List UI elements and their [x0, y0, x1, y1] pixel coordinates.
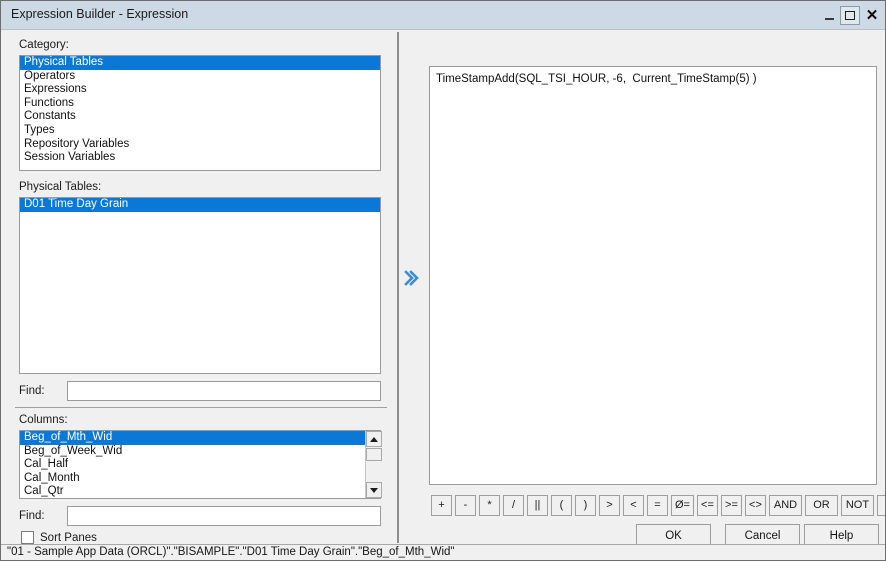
column-list-item[interactable]: Beg_of_Week_Wid — [20, 445, 380, 459]
operator-button-row: +-*/||()><=Ø=<=>=<>ANDORNOT, — [431, 495, 885, 516]
category-list-item[interactable]: Functions — [20, 97, 380, 111]
column-list-item[interactable]: Cal_Half — [20, 458, 380, 472]
operator-paren-open-button[interactable]: ( — [551, 495, 572, 516]
find-input-bottom[interactable] — [67, 506, 381, 526]
divider-top — [15, 407, 387, 408]
maximize-button[interactable] — [840, 5, 860, 25]
category-list-item[interactable]: Constants — [20, 110, 380, 124]
expression-builder-dialog: Expression Builder - Expression ✕ Catego… — [0, 0, 886, 561]
operator-comma-button[interactable]: , — [876, 495, 885, 516]
scroll-up-icon[interactable] — [366, 431, 382, 447]
column-list-item[interactable]: Beg_of_Mth_Wid — [20, 431, 380, 445]
operator-divide-button[interactable]: / — [503, 495, 524, 516]
category-list-item[interactable]: Operators — [20, 70, 380, 84]
scroll-down-icon[interactable] — [366, 482, 382, 498]
category-list-item[interactable]: Physical Tables — [20, 56, 380, 70]
category-list-item[interactable]: Types — [20, 124, 380, 138]
operator-paren-close-button[interactable]: ) — [575, 495, 596, 516]
operator-or-button[interactable]: OR — [804, 495, 838, 516]
physical-tables-listbox[interactable]: D01 Time Day Grain — [19, 197, 381, 374]
operator-not-button[interactable]: NOT — [840, 495, 874, 516]
category-list-item[interactable]: Repository Variables — [20, 138, 380, 152]
columns-label: Columns: — [19, 414, 68, 426]
close-icon[interactable]: ✕ — [861, 5, 883, 25]
sort-panes-row[interactable]: Sort Panes — [21, 531, 97, 544]
operator-minus-button[interactable]: - — [455, 495, 476, 516]
category-list-item[interactable]: Expressions — [20, 83, 380, 97]
operator-concat-button[interactable]: || — [527, 495, 548, 516]
columns-scrollbar[interactable] — [365, 431, 382, 498]
operator-less-or-equal-button[interactable]: <= — [696, 495, 718, 516]
insert-chevron-icon[interactable] — [399, 263, 425, 293]
physical-tables-label: Physical Tables: — [19, 181, 102, 193]
find-label-top: Find: — [19, 385, 45, 397]
window-title: Expression Builder - Expression — [11, 7, 189, 21]
operator-less-than-button[interactable]: < — [623, 495, 644, 516]
statusbar: "01 - Sample App Data (ORCL)"."BISAMPLE"… — [1, 544, 885, 560]
column-list-item[interactable]: Cal_Qtr — [20, 485, 380, 498]
operator-equals-button[interactable]: = — [647, 495, 668, 516]
sort-panes-checkbox[interactable] — [21, 531, 34, 544]
physical-table-list-item[interactable]: D01 Time Day Grain — [20, 198, 380, 212]
find-row-bottom: Find: — [19, 506, 381, 526]
minimize-button[interactable] — [818, 5, 840, 25]
columns-listbox[interactable]: Beg_of_Mth_Wid Beg_of_Week_Wid Cal_Half Cal… — [19, 430, 381, 499]
column-list-item[interactable]: Cal_Month — [20, 472, 380, 486]
sort-panes-label: Sort Panes — [40, 531, 97, 544]
expression-textarea[interactable]: TimeStampAdd(SQL_TSI_HOUR, -6, Current_T… — [429, 66, 877, 485]
find-label-bottom: Find: — [19, 510, 45, 522]
scrollbar-thumb[interactable] — [366, 448, 382, 461]
category-list-item[interactable]: Session Variables — [20, 151, 380, 165]
operator-not-equals-button[interactable]: Ø= — [671, 495, 694, 516]
statusbar-text: "01 - Sample App Data (ORCL)"."BISAMPLE"… — [7, 546, 455, 558]
find-input-top[interactable] — [67, 381, 381, 401]
operator-plus-button[interactable]: + — [431, 495, 452, 516]
expression-text: TimeStampAdd(SQL_TSI_HOUR, -6, Current_T… — [436, 73, 757, 85]
operator-greater-than-button[interactable]: > — [599, 495, 620, 516]
operator-and-button[interactable]: AND — [768, 495, 802, 516]
titlebar: Expression Builder - Expression ✕ — [1, 1, 885, 30]
operator-greater-or-equal-button[interactable]: >= — [720, 495, 742, 516]
category-listbox[interactable]: Physical Tables Operators Expressions Funct… — [19, 55, 381, 171]
category-label: Category: — [19, 39, 69, 51]
operator-diamond-not-equal-button[interactable]: <> — [744, 495, 766, 516]
window-controls: ✕ — [818, 4, 883, 26]
find-row-top: Find: — [19, 381, 381, 401]
operator-multiply-button[interactable]: * — [479, 495, 500, 516]
